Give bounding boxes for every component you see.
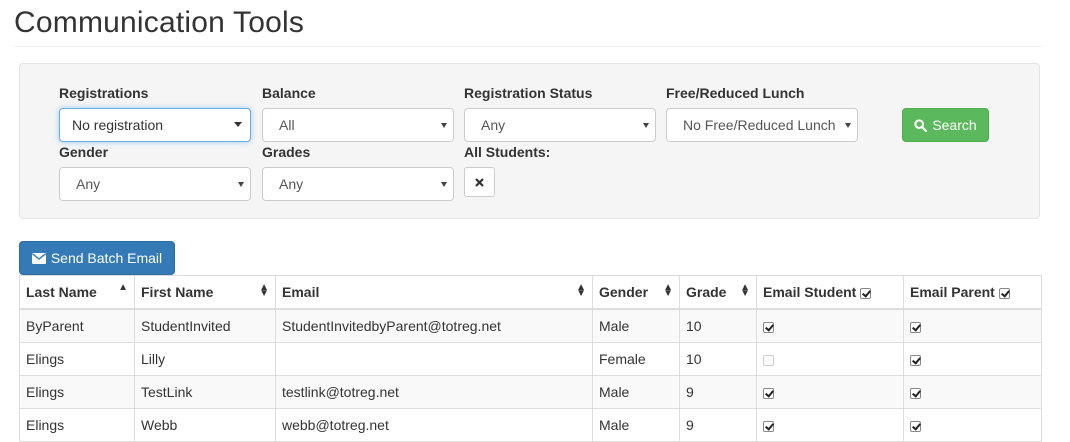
search-icon — [914, 118, 928, 132]
chevron-down-icon — [845, 123, 851, 128]
search-button[interactable]: Search — [902, 108, 989, 142]
table-row: Elings Webb webb@totreg.net Male 9 — [19, 408, 1042, 442]
chevron-down-icon — [643, 123, 649, 128]
registrations-label: Registrations — [59, 85, 149, 101]
email-student-checkbox[interactable] — [763, 387, 774, 399]
free-reduced-lunch-select[interactable]: No Free/Reduced Lunch — [666, 108, 858, 142]
column-header-email[interactable]: Email ▲ ▼ — [275, 275, 593, 310]
first-name-cell: TestLink — [134, 375, 276, 409]
grade-cell: 9 — [679, 408, 757, 442]
registration-status-value: Any — [481, 117, 506, 133]
email-parent-checkbox[interactable] — [910, 354, 921, 366]
sort-asc-icon: ▲ — [118, 282, 128, 293]
grade-cell: 10 — [679, 308, 757, 343]
sort-icon: ▲ ▼ — [740, 282, 750, 299]
first-name-cell: Webb — [134, 408, 276, 442]
table-header-row: Last Name ▲ First Name ▲ ▼ Email ▲ ▼ Gender ▲ ▼… — [19, 275, 1042, 310]
email-student-cell — [756, 308, 904, 343]
title-divider — [14, 46, 1042, 47]
envelope-icon — [31, 252, 46, 264]
email-cell — [275, 342, 593, 376]
chevron-down-icon — [441, 182, 447, 187]
gender-value: Any — [76, 176, 101, 192]
column-header-grade[interactable]: Grade ▲ ▼ — [679, 275, 757, 310]
registrations-value: No registration — [72, 117, 164, 133]
email-student-checkbox[interactable] — [763, 321, 774, 333]
all-students-toggle[interactable] — [464, 167, 495, 197]
grades-value: Any — [279, 176, 304, 192]
email-student-checkbox[interactable] — [763, 354, 774, 366]
email-cell: StudentInvitedbyParent@totreg.net — [275, 308, 593, 343]
email-parent-checkbox[interactable] — [910, 420, 921, 432]
sort-icon: ▲ ▼ — [663, 282, 673, 299]
sort-icon: ▲ ▼ — [576, 282, 586, 299]
email-student-cell — [756, 342, 904, 376]
email-parent-all-checkbox[interactable] — [998, 287, 1010, 299]
gender-cell: Female — [592, 342, 680, 376]
registrations-select[interactable]: No registration — [59, 108, 251, 142]
chevron-down-icon — [238, 182, 244, 187]
grade-cell: 9 — [679, 375, 757, 409]
email-parent-cell — [903, 342, 1042, 376]
column-header-first-name[interactable]: First Name ▲ ▼ — [134, 275, 276, 310]
last-name-cell: Elings — [19, 342, 135, 376]
grade-cell: 10 — [679, 342, 757, 376]
email-cell: webb@totreg.net — [275, 408, 593, 442]
grades-label: Grades — [262, 144, 311, 160]
page-title: Communication Tools — [14, 6, 305, 39]
close-icon — [475, 177, 484, 187]
table-row: Elings Lilly Female 10 — [19, 342, 1042, 376]
send-batch-email-button[interactable]: Send Batch Email — [19, 241, 175, 275]
last-name-cell: Elings — [19, 408, 135, 442]
grades-select[interactable]: Any — [262, 167, 454, 201]
email-parent-cell — [903, 308, 1042, 343]
balance-value: All — [279, 117, 295, 133]
last-name-cell: ByParent — [19, 308, 135, 343]
email-student-cell — [756, 375, 904, 409]
email-student-cell — [756, 408, 904, 442]
first-name-cell: Lilly — [134, 342, 276, 376]
email-student-checkbox[interactable] — [763, 420, 774, 432]
all-students-label: All Students: — [464, 144, 551, 160]
free-reduced-lunch-label: Free/Reduced Lunch — [666, 85, 805, 101]
free-reduced-lunch-value: No Free/Reduced Lunch — [683, 117, 836, 133]
gender-label: Gender — [59, 144, 109, 160]
chevron-down-icon — [234, 122, 242, 127]
registration-status-select[interactable]: Any — [464, 108, 656, 142]
search-button-label: Search — [932, 117, 977, 133]
table-row: Elings TestLink testlink@totreg.net Male 9 — [19, 375, 1042, 409]
send-batch-email-label: Send Batch Email — [50, 250, 163, 266]
column-header-email-parent: Email Parent — [903, 275, 1042, 310]
gender-cell: Male — [592, 408, 680, 442]
email-parent-checkbox[interactable] — [910, 321, 921, 333]
table-row: ByParent StudentInvited StudentInvitedbyPa… — [19, 308, 1042, 343]
email-parent-cell — [903, 408, 1042, 442]
email-cell: testlink@totreg.net — [275, 375, 593, 409]
gender-cell: Male — [592, 375, 680, 409]
balance-label: Balance — [262, 85, 316, 101]
balance-select[interactable]: All — [262, 108, 454, 142]
column-header-email-student: Email Student — [756, 275, 904, 310]
last-name-cell: Elings — [19, 375, 135, 409]
column-header-last-name[interactable]: Last Name ▲ — [19, 275, 135, 310]
students-table: Last Name ▲ First Name ▲ ▼ Email ▲ ▼ Gender ▲ ▼… — [19, 275, 1042, 442]
gender-select[interactable]: Any — [59, 167, 251, 201]
column-header-gender[interactable]: Gender ▲ ▼ — [592, 275, 680, 310]
email-student-all-checkbox[interactable] — [860, 287, 872, 299]
gender-cell: Male — [592, 308, 680, 343]
email-parent-cell — [903, 375, 1042, 409]
sort-icon: ▲ ▼ — [259, 282, 269, 299]
registration-status-label: Registration Status — [464, 85, 593, 101]
email-parent-checkbox[interactable] — [910, 387, 921, 399]
first-name-cell: StudentInvited — [134, 308, 276, 343]
chevron-down-icon — [441, 123, 447, 128]
